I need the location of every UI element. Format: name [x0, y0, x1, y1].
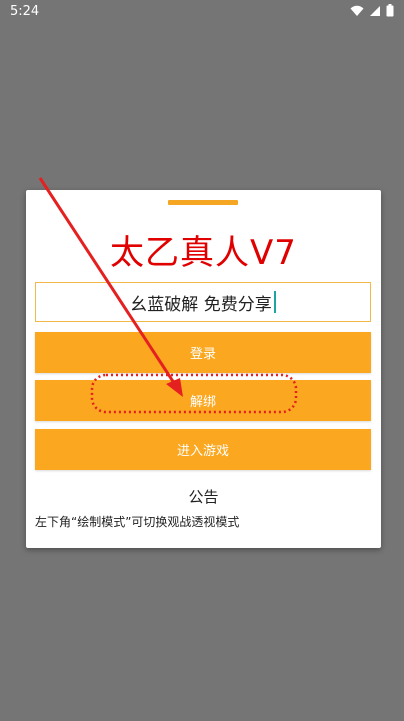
notice-title: 公告: [188, 488, 219, 506]
login-dialog: 太乙真人V7 幺蓝破解 免费分享 登录 解绑 进入游戏 公告 左下角“绘制模式”…: [26, 190, 381, 548]
dialog-title: 太乙真人V7: [110, 233, 297, 273]
card-key-input[interactable]: 幺蓝破解 免费分享: [35, 282, 371, 322]
status-bar: 5:24: [0, 0, 404, 24]
login-button[interactable]: 登录: [35, 332, 371, 373]
enter-game-button[interactable]: 进入游戏: [35, 429, 371, 470]
status-time: 5:24: [10, 4, 40, 19]
card-key-input-value: 幺蓝破解 免费分享: [130, 294, 272, 315]
notice-body: 左下角“绘制模式”可切换观战透视模式: [35, 515, 240, 529]
status-icons: [350, 4, 394, 17]
dialog-top-bar: [168, 200, 238, 205]
signal-icon: [370, 5, 380, 16]
wifi-icon: [350, 5, 364, 16]
text-caret: [273, 291, 276, 313]
battery-icon: [386, 4, 394, 17]
unbind-button[interactable]: 解绑: [35, 380, 371, 421]
